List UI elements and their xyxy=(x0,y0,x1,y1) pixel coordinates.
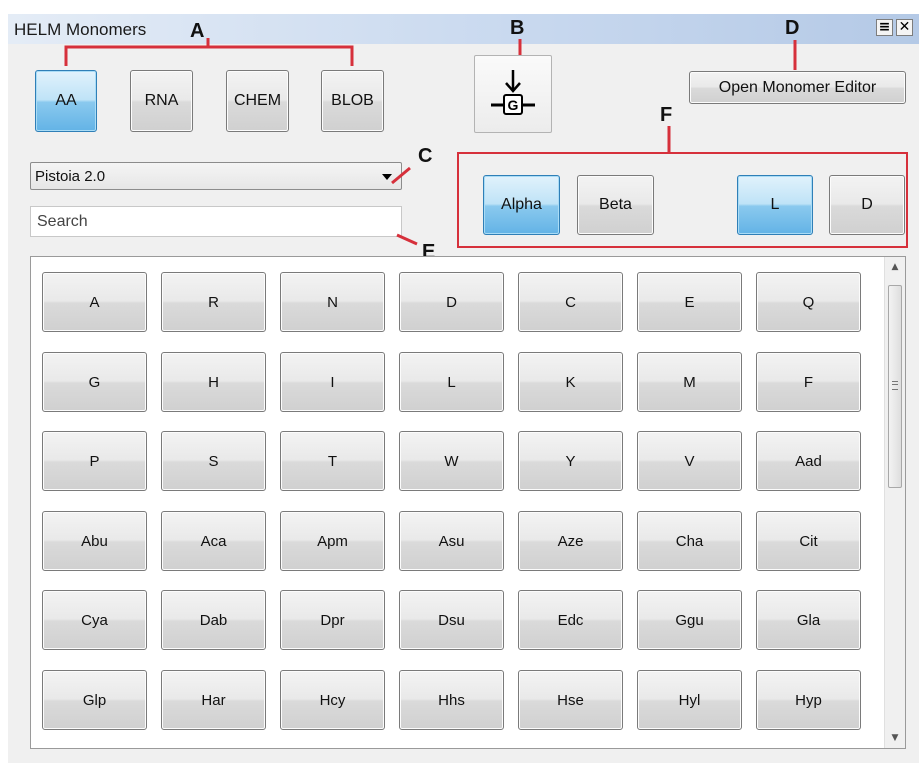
scroll-down-icon[interactable]: ▼ xyxy=(885,728,905,748)
insert-monomer-glyph: G xyxy=(508,97,519,113)
open-monomer-editor-button[interactable]: Open Monomer Editor xyxy=(689,71,906,104)
chevron-down-icon xyxy=(382,174,392,180)
monomer-button[interactable]: Dab xyxy=(161,590,266,650)
monomer-button[interactable]: Abu xyxy=(42,511,147,571)
filter-l-button[interactable]: L xyxy=(737,175,813,235)
monomer-button[interactable]: Cha xyxy=(637,511,742,571)
monomer-button[interactable]: Ggu xyxy=(637,590,742,650)
monomer-button[interactable]: T xyxy=(280,431,385,491)
monomer-button[interactable]: Hse xyxy=(518,670,623,730)
monomer-button[interactable]: Glp xyxy=(42,670,147,730)
filter-beta-button[interactable]: Beta xyxy=(577,175,654,235)
monomer-button[interactable]: R xyxy=(161,272,266,332)
monomer-button[interactable]: N xyxy=(280,272,385,332)
monomer-button[interactable]: D xyxy=(399,272,504,332)
monomer-button[interactable]: Cit xyxy=(756,511,861,571)
title-bar: HELM Monomers ≡ ✕ xyxy=(8,14,919,44)
annotation-label-f: F xyxy=(660,104,673,126)
monomer-button[interactable]: Dsu xyxy=(399,590,504,650)
annotation-label-b: B xyxy=(510,17,525,39)
monomer-button[interactable]: Cya xyxy=(42,590,147,650)
monomer-button[interactable]: C xyxy=(518,272,623,332)
vertical-scrollbar[interactable]: ▲ ▼ xyxy=(884,257,905,748)
monomer-button[interactable]: Hhs xyxy=(399,670,504,730)
monomer-button[interactable]: Apm xyxy=(280,511,385,571)
monomer-button[interactable]: I xyxy=(280,352,385,412)
monomer-button[interactable]: Hyp xyxy=(756,670,861,730)
screenshot-stage: HELM Monomers ≡ ✕ AA RNA CHEM BLOB G Ope… xyxy=(0,0,919,763)
polymer-type-aa-button[interactable]: AA xyxy=(35,70,97,132)
monomer-button[interactable]: H xyxy=(161,352,266,412)
menu-icon[interactable]: ≡ xyxy=(876,19,893,36)
search-input[interactable] xyxy=(30,206,402,237)
monomer-button[interactable]: L xyxy=(399,352,504,412)
monomer-button[interactable]: Aca xyxy=(161,511,266,571)
monomer-grid-panel: A R N D C E Q G H I L K M F P S T W Y V Aad Abu Aca Apm Asu Aze Ch… xyxy=(30,256,906,749)
monomer-button[interactable]: Hyl xyxy=(637,670,742,730)
window-title: HELM Monomers xyxy=(14,20,147,39)
monomer-button[interactable]: P xyxy=(42,431,147,491)
annotation-label-a: A xyxy=(190,20,205,42)
grip-icon xyxy=(892,381,898,390)
polymer-type-rna-button[interactable]: RNA xyxy=(130,70,193,132)
monomer-button[interactable]: Aad xyxy=(756,431,861,491)
monomer-button[interactable]: Dpr xyxy=(280,590,385,650)
monomer-button[interactable]: S xyxy=(161,431,266,491)
monomer-button[interactable]: Q xyxy=(756,272,861,332)
scroll-up-icon[interactable]: ▲ xyxy=(885,257,905,277)
insert-monomer-icon: G xyxy=(491,70,535,115)
monomer-button[interactable]: Y xyxy=(518,431,623,491)
polymer-type-chem-button[interactable]: CHEM xyxy=(226,70,289,132)
close-icon[interactable]: ✕ xyxy=(896,19,913,36)
polymer-type-blob-button[interactable]: BLOB xyxy=(321,70,384,132)
monomer-button[interactable]: Aze xyxy=(518,511,623,571)
monomer-button[interactable]: Har xyxy=(161,670,266,730)
annotation-label-c: C xyxy=(418,145,433,167)
monomer-button[interactable]: A xyxy=(42,272,147,332)
monomer-button[interactable]: Gla xyxy=(756,590,861,650)
annotation-label-d: D xyxy=(785,17,800,39)
dropdown-selected-value: Pistoia 2.0 xyxy=(35,168,106,185)
insert-monomer-button[interactable]: G xyxy=(474,55,552,133)
monomer-button[interactable]: M xyxy=(637,352,742,412)
monomer-library-dropdown[interactable]: Pistoia 2.0 xyxy=(30,162,402,190)
monomer-button[interactable]: Hcy xyxy=(280,670,385,730)
monomer-button[interactable]: W xyxy=(399,431,504,491)
monomer-button[interactable]: Asu xyxy=(399,511,504,571)
monomer-button[interactable]: V xyxy=(637,431,742,491)
monomer-button[interactable]: G xyxy=(42,352,147,412)
filter-d-button[interactable]: D xyxy=(829,175,905,235)
monomer-button[interactable]: K xyxy=(518,352,623,412)
monomer-button[interactable]: E xyxy=(637,272,742,332)
monomer-button[interactable]: Edc xyxy=(518,590,623,650)
scrollbar-thumb[interactable] xyxy=(888,285,902,488)
filter-alpha-button[interactable]: Alpha xyxy=(483,175,560,235)
monomer-button[interactable]: F xyxy=(756,352,861,412)
